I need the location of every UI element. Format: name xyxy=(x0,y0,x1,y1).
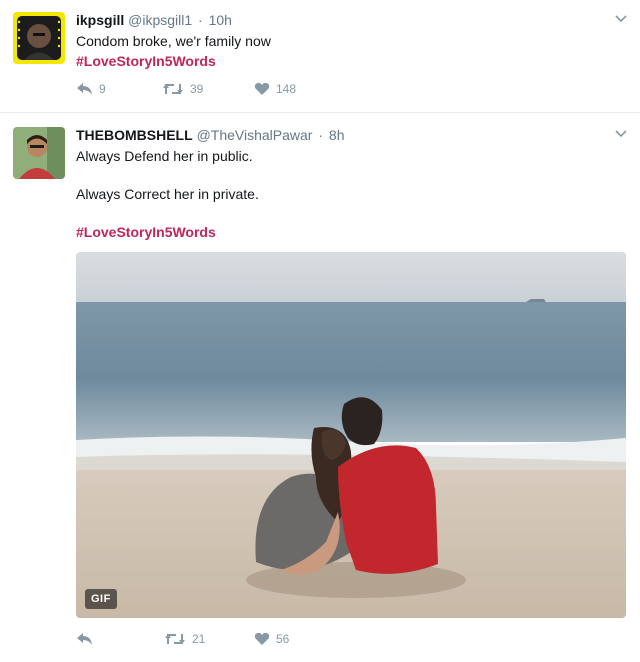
like-button[interactable]: 148 xyxy=(254,82,296,96)
tweet[interactable]: ikpsgill @ikpsgill1 · 10h Condom broke, … xyxy=(0,0,640,113)
tweet-text-line: Always Correct her in private. xyxy=(76,186,259,202)
reply-icon xyxy=(76,82,93,96)
retweet-count: 39 xyxy=(190,82,204,96)
tweet-text: Condom broke, we'r family now xyxy=(76,33,271,49)
chevron-down-icon[interactable] xyxy=(615,127,627,141)
chevron-down-icon[interactable] xyxy=(615,12,627,26)
tweet[interactable]: THEBOMBSHELL @TheVishalPawar · 8h Always… xyxy=(0,113,640,662)
separator: · xyxy=(318,127,324,143)
gif-media[interactable]: GIF xyxy=(76,252,626,618)
gif-badge: GIF xyxy=(85,589,117,609)
hashtag-link[interactable]: #LoveStoryIn5Words xyxy=(76,224,216,240)
like-button[interactable]: 56 xyxy=(254,632,289,646)
hashtag-link[interactable]: #LoveStoryIn5Words xyxy=(76,53,216,69)
username[interactable]: @ikpsgill1 xyxy=(128,12,192,28)
timestamp[interactable]: 8h xyxy=(329,127,345,143)
avatar[interactable] xyxy=(13,127,65,179)
tweet-header: THEBOMBSHELL @TheVishalPawar · 8h xyxy=(76,127,345,143)
retweet-button[interactable]: 21 xyxy=(164,632,205,646)
username[interactable]: @TheVishalPawar xyxy=(197,127,313,143)
retweet-count: 21 xyxy=(192,632,206,646)
retweet-button[interactable]: 39 xyxy=(162,82,203,96)
beach-photo xyxy=(76,252,626,618)
heart-icon xyxy=(254,82,270,96)
tweet-text-line: Always Defend her in public. xyxy=(76,148,253,164)
tweet-header: ikpsgill @ikpsgill1 · 10h xyxy=(76,12,232,28)
timestamp[interactable]: 10h xyxy=(209,12,232,28)
display-name[interactable]: ikpsgill xyxy=(76,12,124,28)
retweet-icon xyxy=(164,632,186,646)
retweet-icon xyxy=(162,82,184,96)
like-count: 56 xyxy=(276,632,290,646)
separator: · xyxy=(198,12,203,28)
reply-button[interactable] xyxy=(76,632,99,646)
reply-count: 9 xyxy=(99,82,106,96)
reply-icon xyxy=(76,632,93,646)
heart-icon xyxy=(254,632,270,646)
avatar[interactable] xyxy=(13,12,65,64)
reply-button[interactable]: 9 xyxy=(76,82,106,96)
display-name[interactable]: THEBOMBSHELL xyxy=(76,127,193,143)
like-count: 148 xyxy=(276,82,297,96)
